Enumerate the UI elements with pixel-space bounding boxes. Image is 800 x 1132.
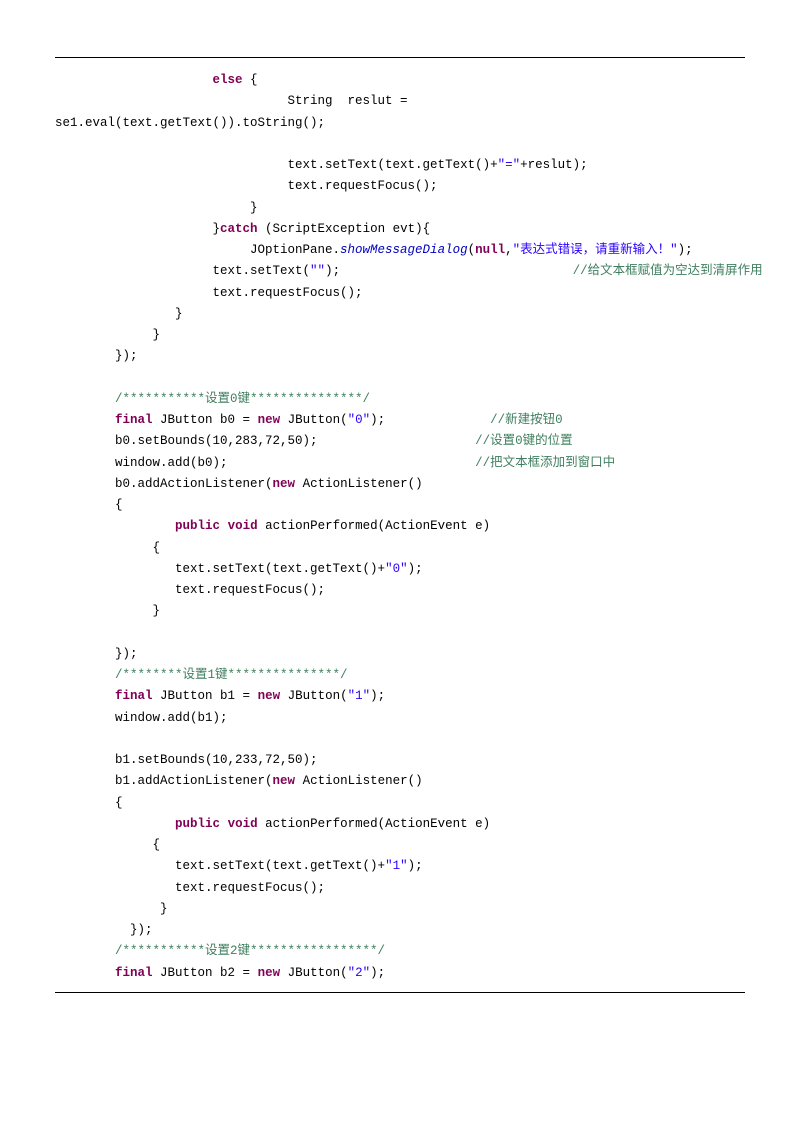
- comment-set0: /***********设置0键***************/: [115, 392, 370, 406]
- kw-else: else: [213, 73, 243, 87]
- comment: //给文本框赋值为空达到清屏作用: [573, 264, 763, 278]
- comment-set1: /********设置1键***************/: [115, 668, 348, 682]
- kw-new: new: [258, 413, 281, 427]
- kw-void: void: [228, 519, 258, 533]
- bottom-rule: [55, 992, 745, 993]
- kw-final: final: [115, 689, 153, 703]
- comment: //设置0键的位置: [475, 434, 573, 448]
- comment: //把文本框添加到窗口中: [475, 456, 615, 470]
- kw-catch: catch: [220, 222, 258, 236]
- kw-final: final: [115, 413, 153, 427]
- kw-new: new: [273, 774, 296, 788]
- kw-null: null: [475, 243, 505, 257]
- top-rule: [55, 57, 745, 58]
- kw-public: public: [175, 817, 220, 831]
- code-block: else { String reslut = se1.eval(text.get…: [55, 70, 745, 984]
- comment: //新建按钮0: [490, 413, 563, 427]
- kw-new: new: [258, 689, 281, 703]
- kw-public: public: [175, 519, 220, 533]
- kw-new: new: [258, 966, 281, 980]
- kw-final: final: [115, 966, 153, 980]
- comment-set2: /***********设置2键*****************/: [115, 944, 385, 958]
- kw-void: void: [228, 817, 258, 831]
- kw-new: new: [273, 477, 296, 491]
- static-method: showMessageDialog: [340, 243, 468, 257]
- document-page: else { String reslut = se1.eval(text.get…: [0, 0, 800, 1132]
